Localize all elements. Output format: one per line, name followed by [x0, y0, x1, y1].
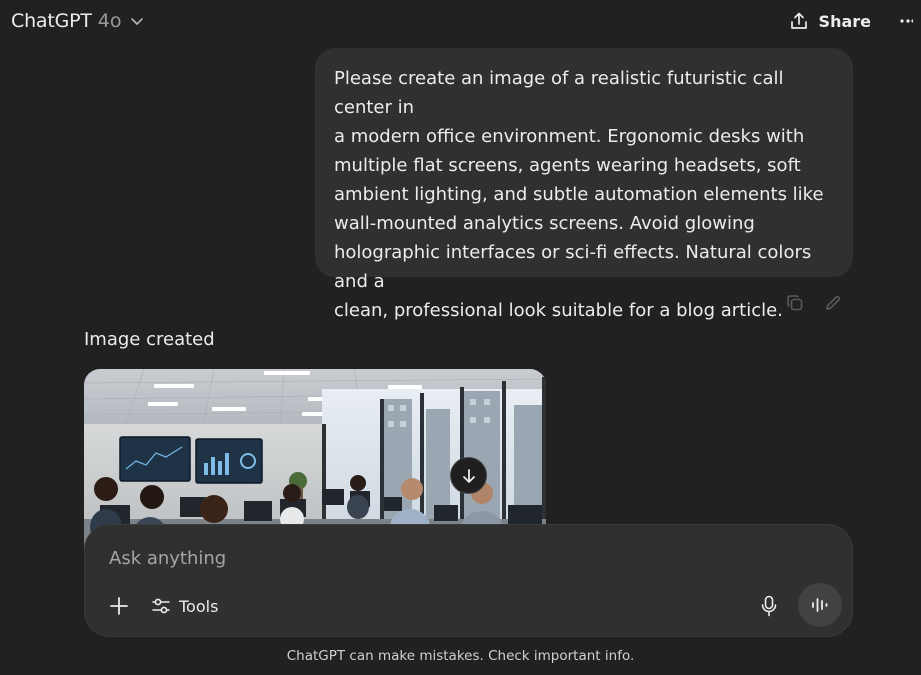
chevron-down-icon	[130, 18, 143, 25]
sliders-icon	[152, 598, 170, 614]
share-icon	[790, 12, 807, 29]
more-horizontal-icon	[900, 19, 913, 23]
copy-icon	[787, 295, 803, 311]
tools-label: Tools	[179, 596, 219, 616]
dictate-button[interactable]	[757, 593, 781, 619]
copy-button[interactable]	[784, 292, 806, 314]
image-created-label: Image created	[84, 329, 215, 350]
waveform-icon	[812, 598, 828, 612]
prompt-input[interactable]	[109, 545, 709, 571]
user-message-line: a modern office environment. Ergonomic d…	[334, 126, 805, 147]
tools-button[interactable]: Tools	[151, 592, 218, 620]
model-name: 4o	[97, 10, 122, 32]
user-message-line: holographic interfaces or sci-fi effects…	[334, 242, 812, 292]
model-selector[interactable]: ChatGPT 4o	[11, 10, 144, 32]
user-message-line: ambient lighting, and subtle automation …	[334, 184, 824, 205]
app-name: ChatGPT	[11, 10, 92, 32]
share-button[interactable]: Share	[789, 11, 871, 31]
user-message-line: wall-mounted analytics screens. Avoid gl…	[334, 213, 755, 234]
disclaimer-text: ChatGPT can make mistakes. Check importa…	[286, 648, 635, 664]
more-options-button[interactable]	[895, 18, 913, 24]
voice-mode-button[interactable]	[798, 583, 842, 627]
top-bar: ChatGPT 4o Share	[0, 0, 921, 42]
user-message-line: multiple flat screens, agents wearing he…	[334, 155, 801, 176]
attach-button[interactable]	[107, 594, 131, 618]
message-actions	[784, 292, 844, 314]
arrow-down-icon	[462, 468, 475, 483]
plus-icon	[110, 597, 128, 615]
user-message-line: Please create an image of a realistic fu…	[334, 68, 784, 118]
pencil-icon	[826, 296, 840, 310]
microphone-icon	[761, 595, 777, 617]
share-label: Share	[818, 11, 871, 31]
header-actions: Share	[789, 11, 913, 31]
user-message-line: clean, professional look suitable for a …	[334, 300, 783, 321]
message-composer: Tools	[84, 524, 853, 637]
edit-message-button[interactable]	[822, 292, 844, 314]
chat-page: ChatGPT 4o Share Please create an image …	[0, 0, 921, 675]
scroll-to-bottom-button[interactable]	[450, 457, 487, 494]
user-message-bubble: Please create an image of a realistic fu…	[315, 48, 853, 321]
